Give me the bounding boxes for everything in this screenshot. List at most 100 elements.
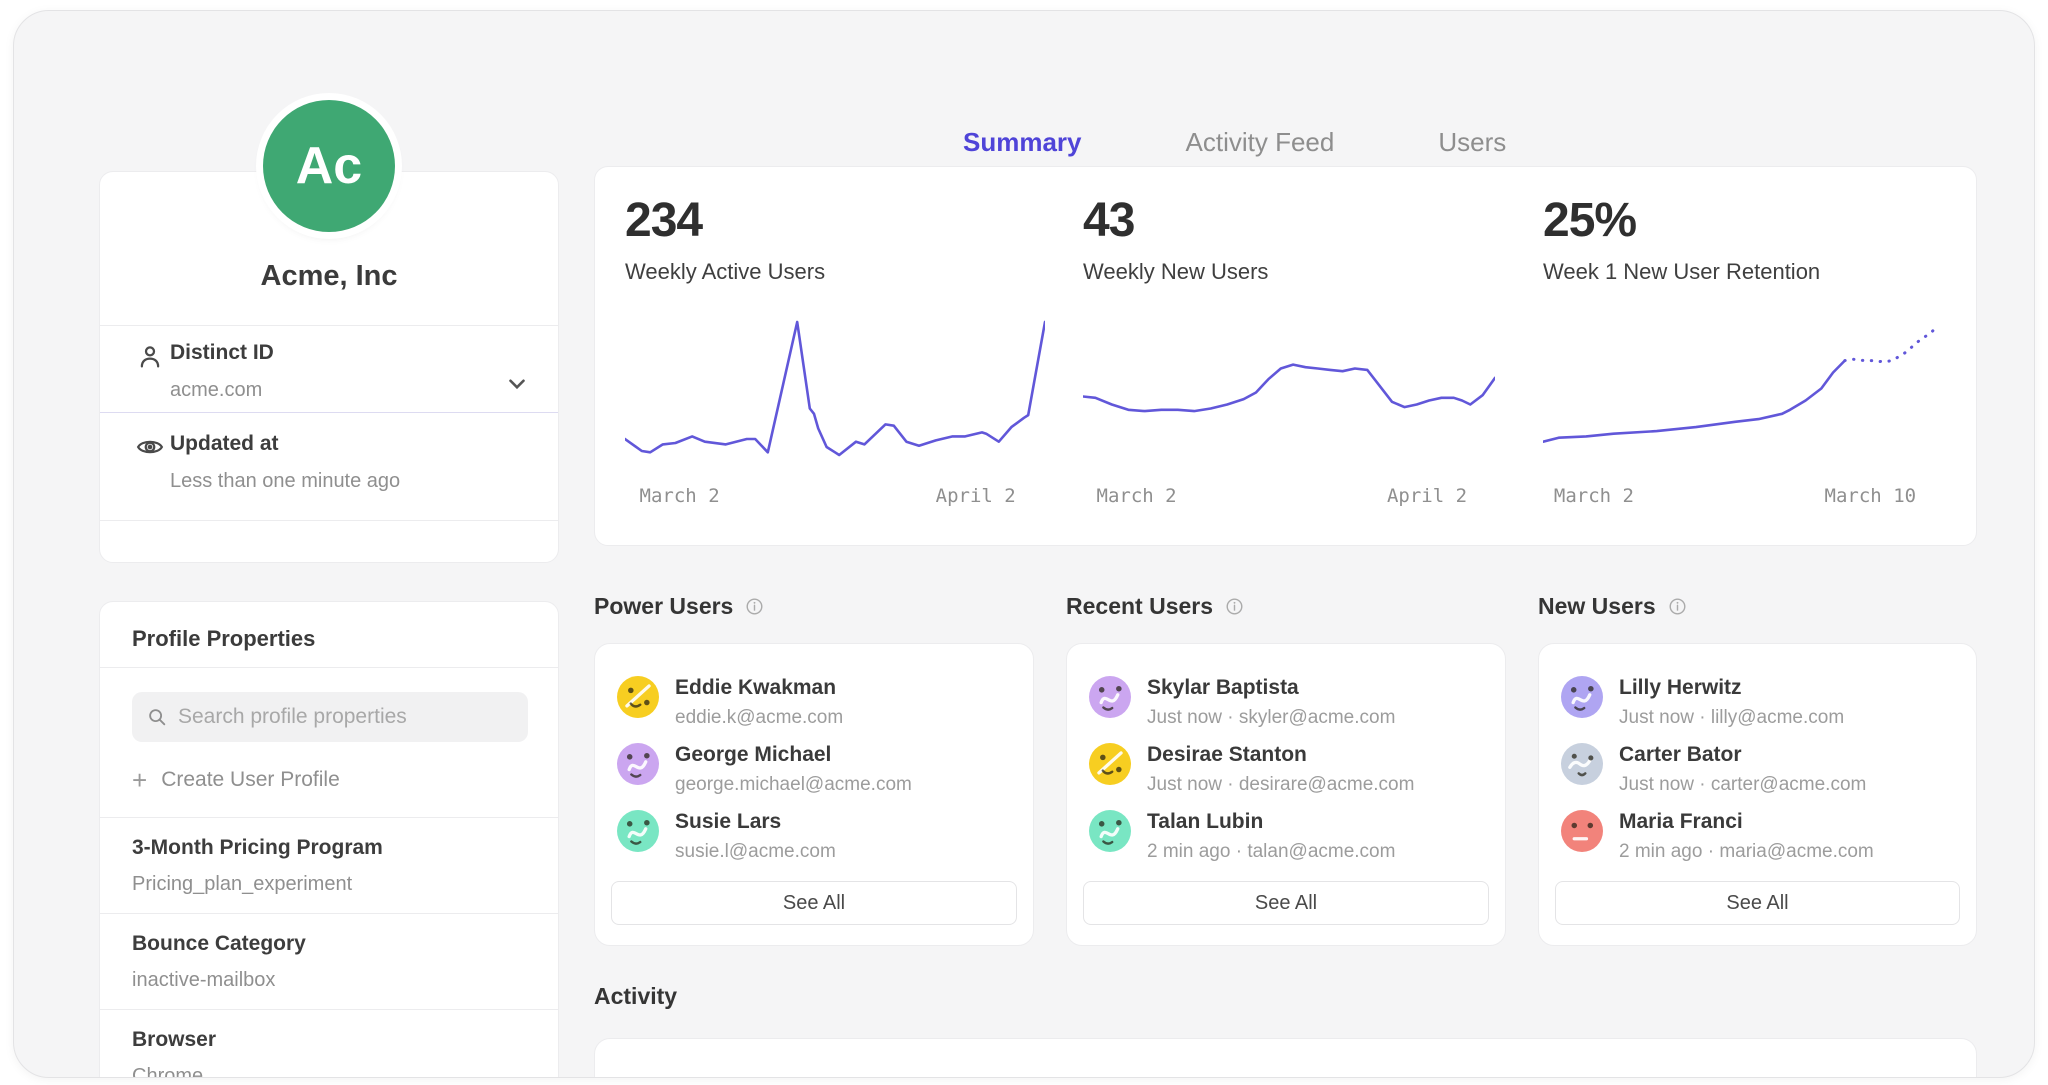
- user-list-item[interactable]: Lilly Herwitz Just now · lilly@acme.com: [1561, 676, 1844, 729]
- profile-properties-card: Profile Properties + Create User Profile…: [99, 601, 559, 1078]
- user-subtext: george.michael@acme.com: [675, 774, 912, 796]
- create-user-profile-button[interactable]: + Create User Profile: [132, 767, 340, 793]
- profile-property-row[interactable]: 3-Month Pricing Program Pricing_plan_exp…: [100, 817, 558, 913]
- person-icon: [135, 342, 165, 372]
- activity-stat-value: 940: [1083, 1069, 1160, 1078]
- company-avatar: Ac: [263, 100, 395, 232]
- info-icon[interactable]: [745, 597, 764, 616]
- sparkline-chart: [1543, 309, 1935, 469]
- user-list-title: Power Users: [594, 593, 764, 620]
- property-name: Browser: [132, 1028, 216, 1052]
- user-name: Susie Lars: [675, 810, 836, 834]
- user-name: Lilly Herwitz: [1619, 676, 1844, 700]
- metric-label: Weekly Active Users: [625, 259, 825, 285]
- user-name: Maria Franci: [1619, 810, 1874, 834]
- distinct-id-row: Distinct ID acme.com: [100, 325, 558, 412]
- company-initials: Ac: [296, 136, 362, 196]
- user-name: George Michael: [675, 743, 912, 767]
- user-avatar: [617, 676, 659, 718]
- sparkline-chart: [1083, 309, 1495, 469]
- user-avatar: [1561, 743, 1603, 785]
- updated-at-label: Updated at: [170, 432, 279, 456]
- see-all-button[interactable]: See All: [1083, 881, 1489, 925]
- profile-properties-list: 3-Month Pricing Program Pricing_plan_exp…: [100, 817, 558, 1078]
- metric-label: Week 1 New User Retention: [1543, 259, 1820, 285]
- user-subtext: Just now · desirare@acme.com: [1147, 774, 1414, 796]
- search-icon: [146, 706, 168, 728]
- property-name: Bounce Category: [132, 932, 306, 956]
- metric-value: 234: [625, 193, 702, 248]
- user-avatar: [1561, 676, 1603, 718]
- user-subtext: 2 min ago · maria@acme.com: [1619, 841, 1874, 863]
- activity-section-title: Activity: [594, 983, 677, 1010]
- profile-property-row[interactable]: Browser Chrome: [100, 1009, 558, 1078]
- user-avatar: [1089, 743, 1131, 785]
- metric-column: 25% Week 1 New User Retention March 2 Ma…: [1543, 167, 1935, 545]
- user-list-title-text: Recent Users: [1066, 593, 1213, 620]
- x-axis-tick: April 2: [936, 485, 1016, 507]
- chevron-down-icon[interactable]: [504, 371, 530, 397]
- metric-value: 43: [1083, 193, 1134, 248]
- user-subtext: Just now · lilly@acme.com: [1619, 707, 1844, 729]
- profile-properties-search: [132, 692, 528, 742]
- distinct-id-value: acme.com: [170, 379, 262, 402]
- divider: [100, 667, 558, 668]
- property-value: Chrome: [132, 1065, 203, 1078]
- user-subtext: Just now · skyler@acme.com: [1147, 707, 1395, 729]
- search-input[interactable]: [178, 705, 514, 729]
- divider: [100, 520, 558, 521]
- x-axis-tick: March 2: [1097, 485, 1177, 507]
- user-list-card: Lilly Herwitz Just now · lilly@acme.com …: [1538, 643, 1977, 946]
- metric-column: 234 Weekly Active Users March 2 April 2: [625, 167, 1045, 545]
- activity-stat-value: 3.4k: [1543, 1069, 1632, 1078]
- user-list-title: New Users: [1538, 593, 1687, 620]
- user-list-item[interactable]: Skylar Baptista Just now · skyler@acme.c…: [1089, 676, 1395, 729]
- summary-metrics-card: 234 Weekly Active Users March 2 April 24…: [594, 166, 1977, 546]
- sparkline-chart: [625, 309, 1045, 469]
- user-list-card: Skylar Baptista Just now · skyler@acme.c…: [1066, 643, 1506, 946]
- property-value: inactive-mailbox: [132, 969, 275, 992]
- info-icon[interactable]: [1225, 597, 1244, 616]
- user-avatar: [1089, 810, 1131, 852]
- user-avatar: [1561, 810, 1603, 852]
- profile-properties-title: Profile Properties: [132, 626, 315, 652]
- x-axis-tick: March 2: [1554, 485, 1634, 507]
- activity-card: 2349403.4k: [594, 1038, 1977, 1078]
- property-name: 3-Month Pricing Program: [132, 836, 383, 860]
- company-name: Acme, Inc: [100, 260, 558, 293]
- user-list-title: Recent Users: [1066, 593, 1244, 620]
- plus-icon: +: [132, 767, 147, 793]
- profile-page: Ac Acme, Inc Distinct ID acme.com: [13, 10, 2035, 1078]
- updated-at-row: Updated at Less than one minute ago: [100, 412, 558, 520]
- eye-icon: [135, 432, 165, 462]
- user-subtext: susie.l@acme.com: [675, 841, 836, 863]
- user-list-item[interactable]: Eddie Kwakman eddie.k@acme.com: [617, 676, 843, 729]
- user-list-title-text: New Users: [1538, 593, 1656, 620]
- user-name: Eddie Kwakman: [675, 676, 843, 700]
- user-avatar: [1089, 676, 1131, 718]
- user-list-item[interactable]: Carter Bator Just now · carter@acme.com: [1561, 743, 1866, 796]
- user-list-title-text: Power Users: [594, 593, 733, 620]
- user-list-item[interactable]: George Michael george.michael@acme.com: [617, 743, 912, 796]
- info-icon[interactable]: [1668, 597, 1687, 616]
- user-name: Skylar Baptista: [1147, 676, 1395, 700]
- x-axis-tick: March 10: [1825, 485, 1917, 507]
- user-subtext: eddie.k@acme.com: [675, 707, 843, 729]
- metric-column: 43 Weekly New Users March 2 April 2: [1083, 167, 1495, 545]
- x-axis-tick: April 2: [1387, 485, 1467, 507]
- see-all-button[interactable]: See All: [611, 881, 1017, 925]
- user-list-item[interactable]: Talan Lubin 2 min ago · talan@acme.com: [1089, 810, 1395, 863]
- x-axis-tick: March 2: [640, 485, 720, 507]
- user-name: Talan Lubin: [1147, 810, 1395, 834]
- user-list-item[interactable]: Maria Franci 2 min ago · maria@acme.com: [1561, 810, 1874, 863]
- user-subtext: Just now · carter@acme.com: [1619, 774, 1866, 796]
- profile-property-row[interactable]: Bounce Category inactive-mailbox: [100, 913, 558, 1009]
- user-name: Desirae Stanton: [1147, 743, 1414, 767]
- metric-label: Weekly New Users: [1083, 259, 1268, 285]
- create-user-profile-label: Create User Profile: [161, 768, 340, 792]
- see-all-button[interactable]: See All: [1555, 881, 1960, 925]
- user-list-item[interactable]: Susie Lars susie.l@acme.com: [617, 810, 836, 863]
- user-subtext: 2 min ago · talan@acme.com: [1147, 841, 1395, 863]
- user-list-item[interactable]: Desirae Stanton Just now · desirare@acme…: [1089, 743, 1414, 796]
- property-value: Pricing_plan_experiment: [132, 873, 352, 896]
